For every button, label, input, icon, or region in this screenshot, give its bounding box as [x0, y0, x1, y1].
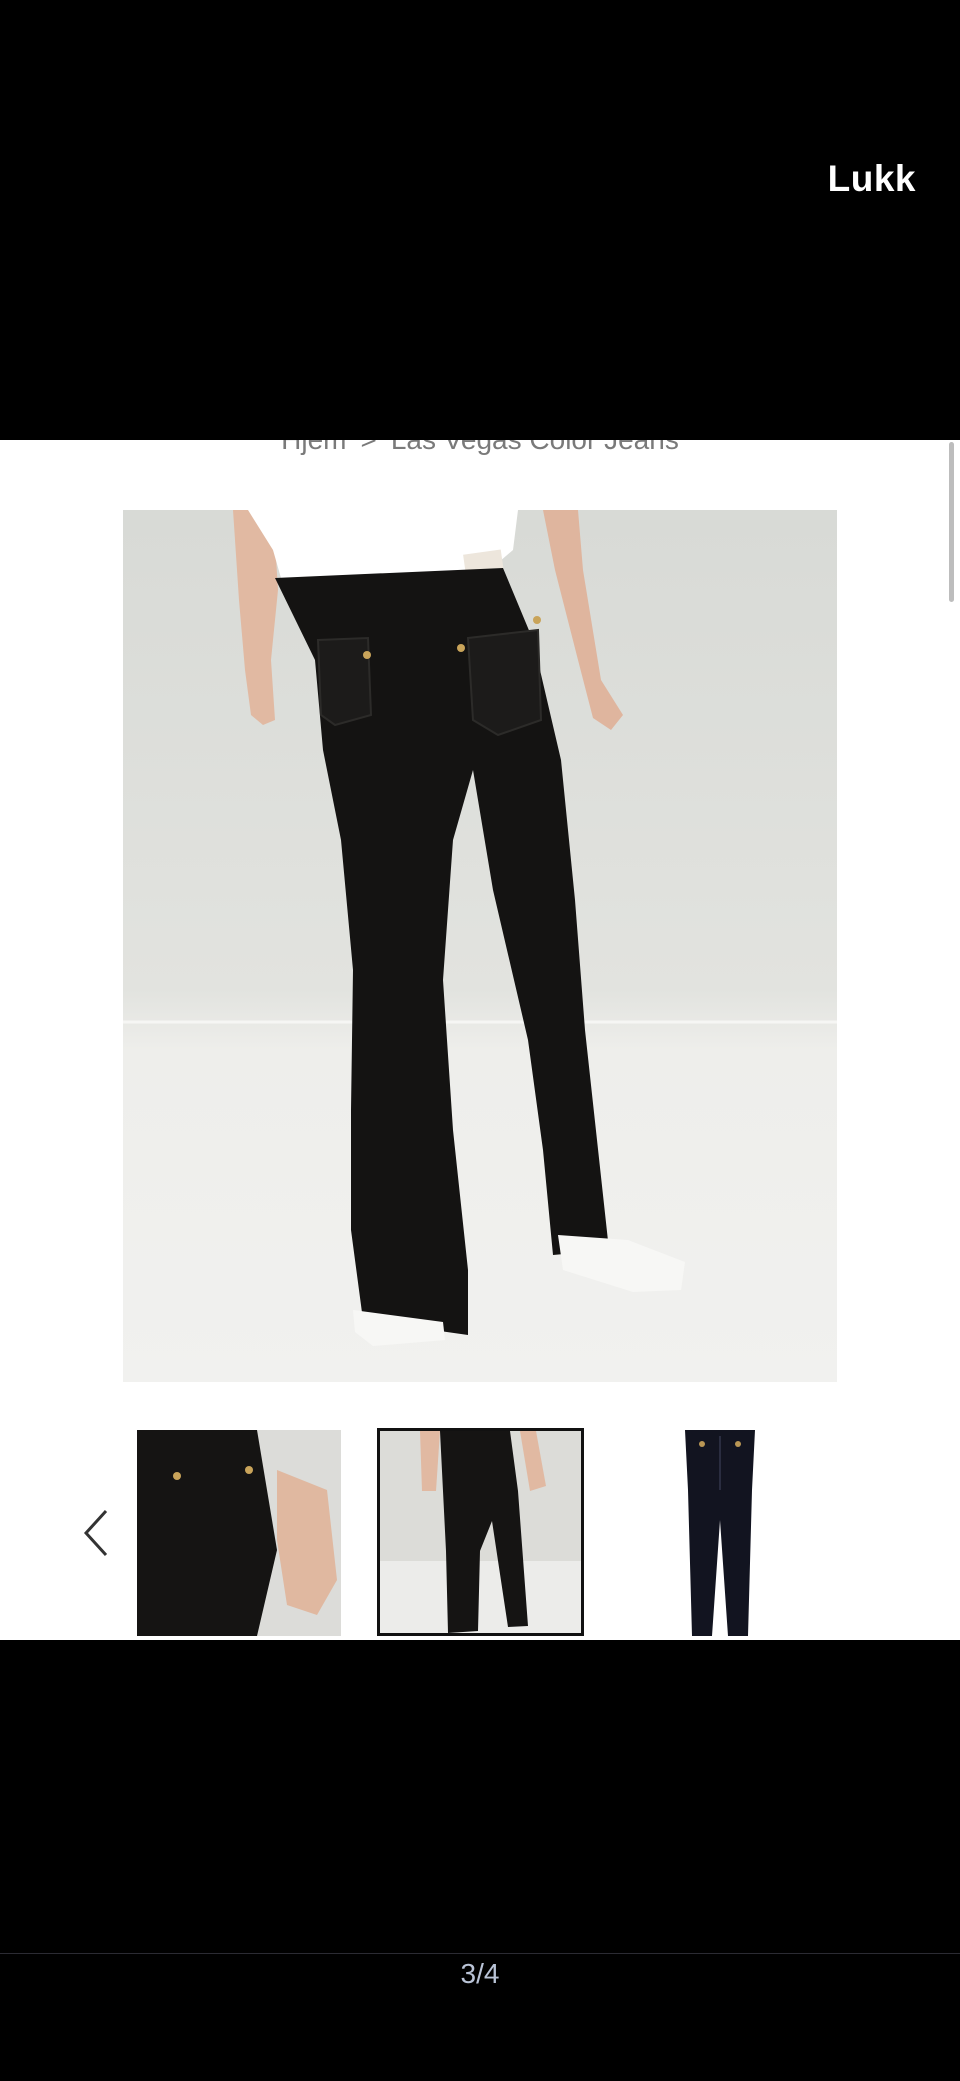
breadcrumb-current: Las Vegas Color Jeans	[391, 440, 679, 455]
image-counter: 3/4	[460, 1958, 500, 1989]
product-page-content: Hjem > Las Vegas Color Jeans	[0, 440, 960, 1640]
main-product-image	[123, 510, 837, 1382]
chevron-left-icon[interactable]	[78, 1505, 114, 1561]
thumbnail-3[interactable]	[620, 1430, 824, 1636]
divider	[0, 1953, 960, 1954]
breadcrumb: Hjem > Las Vegas Color Jeans	[0, 440, 960, 456]
thumbnail-row	[0, 1428, 960, 1640]
viewer-bottom-area	[0, 1640, 960, 2081]
scrollbar[interactable]	[949, 442, 954, 602]
thumbnail-2-selected[interactable]	[377, 1428, 584, 1636]
thumbnail-1[interactable]	[137, 1430, 341, 1636]
viewer-top-bar: Lukk	[0, 0, 960, 440]
breadcrumb-home[interactable]: Hjem	[281, 440, 346, 455]
close-button[interactable]: Lukk	[828, 158, 916, 200]
breadcrumb-separator: >	[361, 440, 377, 455]
